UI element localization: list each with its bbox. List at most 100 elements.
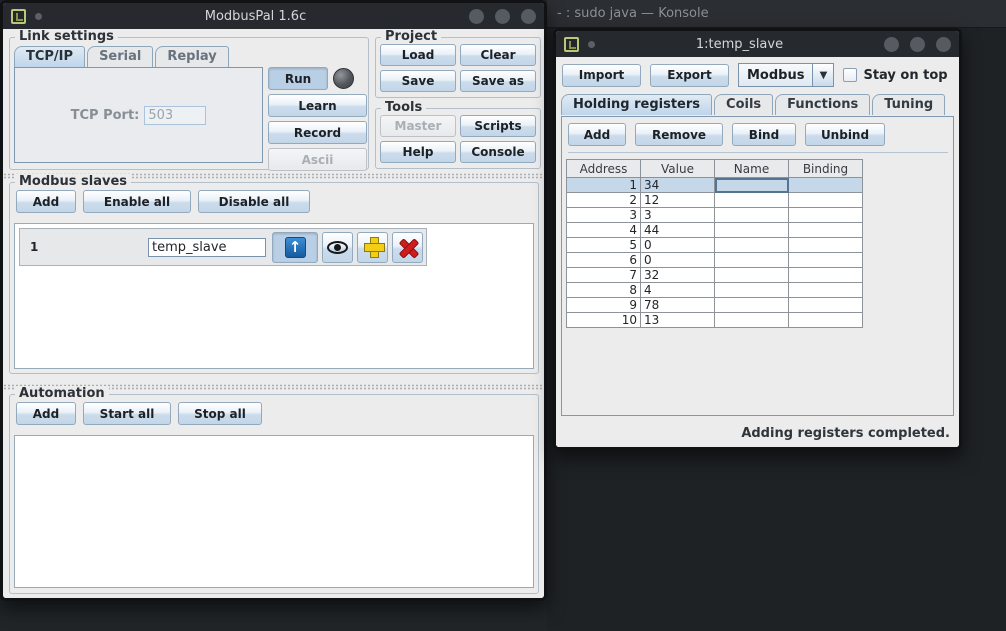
cell-value[interactable]: 0 <box>641 238 715 253</box>
slave-enable-toggle[interactable]: ↑ <box>272 232 318 263</box>
chevron-down-icon[interactable]: ▼ <box>813 63 834 87</box>
cell-name[interactable] <box>715 253 789 268</box>
save-as-button[interactable]: Save as <box>460 70 536 92</box>
cell-value[interactable]: 0 <box>641 253 715 268</box>
add-slave-button[interactable]: Add <box>16 190 76 213</box>
load-button[interactable]: Load <box>380 44 456 66</box>
cell-binding[interactable] <box>789 223 863 238</box>
remove-register-button[interactable]: Remove <box>635 123 723 146</box>
table-row[interactable]: 50 <box>567 238 863 253</box>
bind-button[interactable]: Bind <box>732 123 796 146</box>
learn-button[interactable]: Learn <box>268 94 367 117</box>
cell-value[interactable]: 3 <box>641 208 715 223</box>
cell-binding[interactable] <box>789 313 863 328</box>
cell-name[interactable] <box>715 238 789 253</box>
modbuspal-titlebar[interactable]: ModbusPal 1.6c <box>3 3 544 29</box>
cell-value[interactable]: 32 <box>641 268 715 283</box>
record-button[interactable]: Record <box>268 121 367 144</box>
cell-binding[interactable] <box>789 208 863 223</box>
add-automation-button[interactable]: Add <box>16 402 76 425</box>
table-row[interactable]: 60 <box>567 253 863 268</box>
cell-address[interactable]: 9 <box>567 298 641 313</box>
cell-binding[interactable] <box>789 298 863 313</box>
enable-all-button[interactable]: Enable all <box>83 190 191 213</box>
close-button[interactable] <box>936 37 951 52</box>
slave-view-button[interactable] <box>322 232 353 263</box>
table-row[interactable]: 33 <box>567 208 863 223</box>
cell-name[interactable] <box>715 208 789 223</box>
table-row[interactable]: 978 <box>567 298 863 313</box>
konsole-titlebar[interactable]: - : sudo java — Konsole <box>547 0 1006 28</box>
cell-name[interactable] <box>715 268 789 283</box>
tab-holding-registers[interactable]: Holding registers <box>561 94 712 115</box>
export-button[interactable]: Export <box>650 64 729 87</box>
cell-address[interactable]: 2 <box>567 193 641 208</box>
table-row[interactable]: 732 <box>567 268 863 283</box>
cell-binding[interactable] <box>789 193 863 208</box>
cell-address[interactable]: 4 <box>567 223 641 238</box>
import-button[interactable]: Import <box>562 64 641 87</box>
slave-name-input[interactable] <box>148 238 266 257</box>
cell-address[interactable]: 8 <box>567 283 641 298</box>
stay-on-top-checkbox[interactable] <box>843 68 857 82</box>
cell-value[interactable]: 12 <box>641 193 715 208</box>
table-row[interactable]: 212 <box>567 193 863 208</box>
cell-address[interactable]: 10 <box>567 313 641 328</box>
cell-address[interactable]: 3 <box>567 208 641 223</box>
cell-value[interactable]: 34 <box>641 178 715 193</box>
cell-value[interactable]: 13 <box>641 313 715 328</box>
cell-binding[interactable] <box>789 253 863 268</box>
scripts-button[interactable]: Scripts <box>460 115 536 137</box>
tcp-port-input[interactable] <box>144 106 206 125</box>
slave-duplicate-button[interactable] <box>357 232 388 263</box>
cell-binding[interactable] <box>789 283 863 298</box>
add-register-button[interactable]: Add <box>568 123 626 146</box>
stop-all-button[interactable]: Stop all <box>178 402 262 425</box>
disable-all-button[interactable]: Disable all <box>198 190 310 213</box>
tab-tuning[interactable]: Tuning <box>872 94 945 115</box>
cell-address[interactable]: 6 <box>567 253 641 268</box>
cell-binding[interactable] <box>789 268 863 283</box>
close-button[interactable] <box>521 9 536 24</box>
tab-tcpip[interactable]: TCP/IP <box>14 46 85 67</box>
tab-coils[interactable]: Coils <box>714 94 773 115</box>
minimize-button[interactable] <box>884 37 899 52</box>
start-all-button[interactable]: Start all <box>83 402 171 425</box>
cell-address[interactable]: 5 <box>567 238 641 253</box>
minimize-button[interactable] <box>469 9 484 24</box>
cell-address[interactable]: 1 <box>567 178 641 193</box>
table-row[interactable]: 134 <box>567 178 863 193</box>
cell-name[interactable] <box>715 193 789 208</box>
help-button[interactable]: Help <box>380 141 456 163</box>
protocol-combobox[interactable]: Modbus ▼ <box>738 63 834 87</box>
cell-value[interactable]: 78 <box>641 298 715 313</box>
cell-value[interactable]: 44 <box>641 223 715 238</box>
tab-functions[interactable]: Functions <box>775 94 870 115</box>
cell-address[interactable]: 7 <box>567 268 641 283</box>
window-menu-icon[interactable] <box>11 9 26 24</box>
unbind-button[interactable]: Unbind <box>805 123 885 146</box>
save-button[interactable]: Save <box>380 70 456 92</box>
table-row[interactable]: 1013 <box>567 313 863 328</box>
cell-name[interactable] <box>715 313 789 328</box>
table-row[interactable]: 444 <box>567 223 863 238</box>
table-row[interactable]: 84 <box>567 283 863 298</box>
window-menu-icon[interactable] <box>564 37 579 52</box>
cell-value[interactable]: 4 <box>641 283 715 298</box>
tab-replay[interactable]: Replay <box>155 46 228 67</box>
maximize-button[interactable] <box>910 37 925 52</box>
cell-binding[interactable] <box>789 238 863 253</box>
cell-name[interactable] <box>715 298 789 313</box>
console-button[interactable]: Console <box>460 141 536 163</box>
maximize-button[interactable] <box>495 9 510 24</box>
cell-name[interactable] <box>715 283 789 298</box>
run-button[interactable]: Run <box>268 67 328 90</box>
stay-on-top-option[interactable]: Stay on top <box>843 68 947 83</box>
clear-button[interactable]: Clear <box>460 44 536 66</box>
slave-window-titlebar[interactable]: 1:temp_slave <box>556 31 959 57</box>
cell-name[interactable] <box>715 178 789 193</box>
tab-serial[interactable]: Serial <box>87 46 153 67</box>
cell-name[interactable] <box>715 223 789 238</box>
slave-delete-button[interactable] <box>392 232 423 263</box>
cell-binding[interactable] <box>789 178 863 193</box>
